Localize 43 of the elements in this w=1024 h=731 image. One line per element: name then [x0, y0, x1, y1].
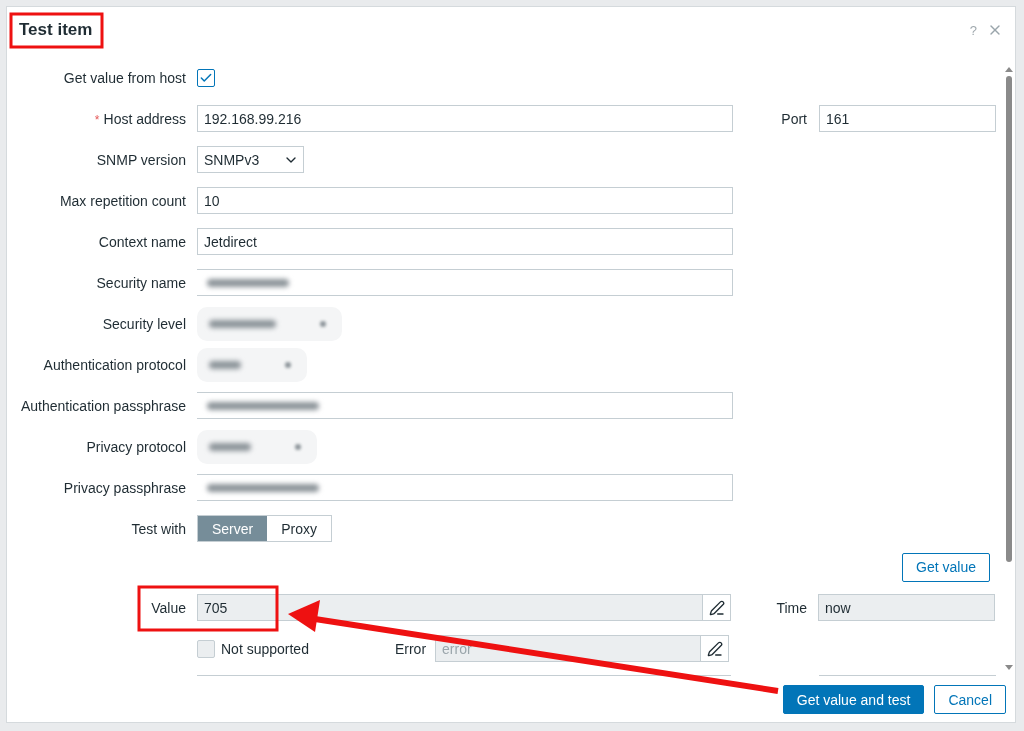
- cancel-button[interactable]: Cancel: [934, 685, 1006, 715]
- field-label: Time: [775, 599, 807, 616]
- field-label: * Host address: [93, 110, 186, 127]
- field-label: Value: [150, 599, 186, 616]
- field-label: Privacy protocol: [85, 438, 186, 455]
- scrollbar[interactable]: [1005, 67, 1013, 672]
- field-label: Security name: [95, 274, 186, 291]
- pencil-icon: [706, 640, 723, 657]
- select-field[interactable]: [197, 429, 317, 464]
- blurred-chevron-icon: [318, 318, 328, 329]
- field-label: Port: [781, 110, 807, 127]
- test-button[interactable]: Get value and test: [782, 685, 925, 715]
- field-label: Get value from host: [62, 69, 186, 86]
- edit-button[interactable]: [702, 595, 730, 621]
- field-label: Error: [394, 640, 427, 657]
- field-label: Authentication passphrase: [20, 397, 186, 414]
- field-label: Context name: [97, 233, 186, 250]
- input-field[interactable]: 161: [819, 105, 996, 133]
- input-field[interactable]: [197, 474, 733, 502]
- time-field: now: [818, 594, 995, 622]
- select-field[interactable]: SNMPv3: [197, 146, 304, 174]
- value-field[interactable]: 705: [197, 594, 731, 622]
- input-field[interactable]: Jetdirect: [197, 228, 733, 256]
- input-field[interactable]: [197, 392, 733, 420]
- dialog-title: Test item: [19, 20, 93, 41]
- blurred-chevron-icon: [283, 359, 293, 370]
- select-field[interactable]: [197, 306, 342, 341]
- field-label: Test with: [130, 520, 186, 537]
- get-value-button[interactable]: Get value: [902, 552, 990, 582]
- input-field[interactable]: 10: [197, 187, 733, 215]
- blurred-chevron-icon: [293, 441, 303, 452]
- edit-button[interactable]: [700, 636, 729, 662]
- field-label: Security level: [101, 315, 186, 332]
- field-label: SNMP version: [95, 151, 186, 168]
- field-label: Max repetition count: [58, 192, 186, 209]
- input-field[interactable]: 192.168.99.216: [197, 105, 733, 133]
- input-field[interactable]: [197, 269, 733, 297]
- checkbox-label: Not supported: [221, 640, 309, 657]
- checkbox[interactable]: [197, 68, 215, 87]
- field-label: Authentication protocol: [42, 356, 186, 373]
- field-label: Privacy passphrase: [62, 479, 186, 496]
- select-field[interactable]: [197, 347, 307, 382]
- pencil-icon: [708, 599, 725, 616]
